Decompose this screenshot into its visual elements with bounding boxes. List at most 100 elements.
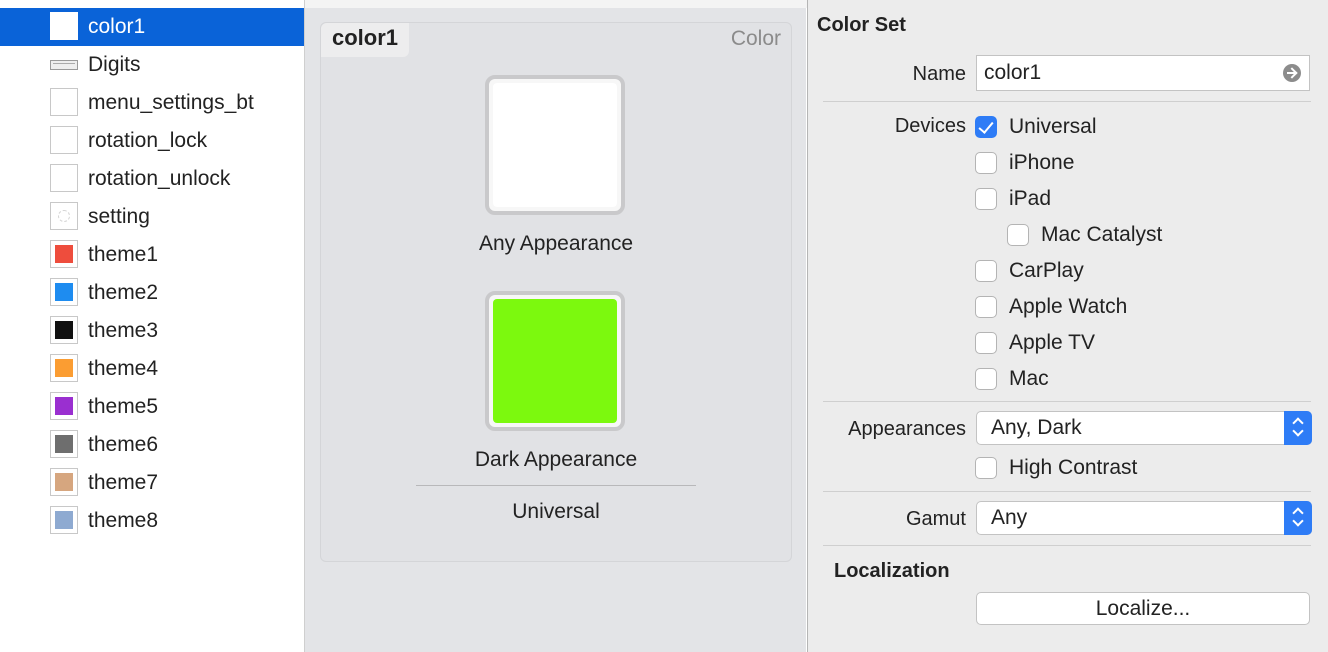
sidebar-item-theme2[interactable]: theme2 [0, 274, 304, 312]
gamut-popup[interactable]: Any [976, 501, 1312, 535]
sidebar-item-digits[interactable]: Digits [0, 46, 304, 84]
swatch-fill [55, 245, 73, 263]
color-swatch-icon [50, 88, 78, 116]
sidebar-item-menu-settings-bt[interactable]: menu_settings_bt [0, 84, 304, 122]
device-label: Apple TV [1009, 331, 1095, 354]
checkbox-icon [975, 188, 997, 210]
appearances-label: Appearances [848, 418, 966, 440]
asset-name-label: color1 [321, 23, 410, 57]
device-label: Universal [1009, 115, 1097, 138]
checkbox-icon [975, 332, 997, 354]
swatch-fill [55, 397, 73, 415]
asset-editor: color1 Color Any Appearance Dark Appeara… [305, 8, 806, 652]
swatch-fill [58, 210, 70, 222]
localize-button[interactable]: Localize... [976, 592, 1310, 625]
sidebar-item-label: theme6 [88, 433, 159, 456]
device-label: CarPlay [1009, 259, 1084, 282]
high-contrast-checkbox[interactable]: High Contrast [975, 456, 1275, 482]
swatch-fill [55, 511, 73, 529]
appearances-value: Any, Dark [991, 416, 1082, 439]
sidebar-item-label: theme1 [88, 243, 159, 266]
sidebar-item-label: theme2 [88, 281, 159, 304]
device-checkbox-mac-catalyst[interactable]: Mac Catalyst [1007, 223, 1307, 249]
sidebar-item-theme3[interactable]: theme3 [0, 312, 304, 350]
dark-appearance-color-well[interactable] [485, 291, 625, 431]
any-appearance-color-well[interactable] [485, 75, 625, 215]
sidebar-item-label: rotation_unlock [88, 167, 231, 190]
swatch-fill [55, 283, 73, 301]
appearances-popup[interactable]: Any, Dark [976, 411, 1312, 445]
asset-list-sidebar: color1 Digits menu_settings_bt rotation_loc… [0, 0, 305, 652]
dark-appearance-label: Dark Appearance [474, 448, 638, 471]
swatch-fill [55, 359, 73, 377]
swatch-fill [53, 63, 75, 67]
sidebar-item-setting[interactable]: setting [0, 198, 304, 236]
separator [823, 401, 1311, 402]
color-swatch-icon [50, 164, 78, 192]
color-swatch-icon [50, 392, 78, 420]
sidebar-item-label: theme8 [88, 509, 159, 532]
device-checkbox-apple-tv[interactable]: Apple TV [975, 331, 1275, 357]
sidebar-item-theme1[interactable]: theme1 [0, 236, 304, 274]
device-label: iPhone [1009, 151, 1075, 174]
sidebar-item-label: theme4 [88, 357, 159, 380]
device-checkbox-iphone[interactable]: iPhone [975, 151, 1275, 177]
swatch-fill [55, 435, 73, 453]
attributes-inspector: Color Set Name color1 Devices Appearance… [807, 0, 1328, 652]
name-field[interactable]: color1 [976, 55, 1310, 91]
dark-appearance-swatch [493, 299, 617, 423]
device-checkbox-apple-watch[interactable]: Apple Watch [975, 295, 1275, 321]
color-swatch-icon [50, 506, 78, 534]
sidebar-item-theme7[interactable]: theme7 [0, 464, 304, 502]
gamut-value: Any [991, 506, 1028, 529]
swatch-fill [55, 93, 73, 111]
swatch-fill [55, 131, 73, 149]
popup-arrows-icon [1284, 411, 1312, 445]
sidebar-item-color1[interactable]: color1 [0, 8, 304, 46]
device-label: Mac Catalyst [1041, 223, 1163, 246]
arrow-right-circle-icon[interactable] [1283, 64, 1301, 82]
localization-title: Localization [834, 560, 950, 582]
sidebar-item-label: theme5 [88, 395, 159, 418]
device-checkbox-ipad[interactable]: iPad [975, 187, 1275, 213]
color-swatch-icon [50, 278, 78, 306]
popup-arrows-icon [1284, 501, 1312, 535]
color-swatch-icon [50, 354, 78, 382]
color-swatch-icon [50, 240, 78, 268]
color-swatch-icon [50, 468, 78, 496]
device-label: Apple Watch [1009, 295, 1128, 318]
sidebar-item-label: color1 [88, 15, 146, 38]
checkbox-icon [975, 457, 997, 479]
swatch-fill [55, 321, 73, 339]
sidebar-item-theme5[interactable]: theme5 [0, 388, 304, 426]
color-swatch-icon [50, 316, 78, 344]
inspector-title: Color Set [817, 14, 906, 36]
separator [823, 545, 1311, 546]
sidebar-item-theme6[interactable]: theme6 [0, 426, 304, 464]
device-checkbox-mac[interactable]: Mac [975, 367, 1275, 393]
setting-icon [50, 202, 78, 230]
checkbox-icon [975, 368, 997, 390]
device-checkbox-carplay[interactable]: CarPlay [975, 259, 1275, 285]
checkmark-icon [975, 116, 997, 138]
sidebar-item-label: rotation_lock [88, 129, 208, 152]
devices-label: Devices [894, 115, 966, 137]
high-contrast-label: High Contrast [1009, 456, 1138, 479]
sidebar-item-label: setting [88, 205, 150, 228]
name-field-value: color1 [984, 61, 1042, 84]
sidebar-item-theme4[interactable]: theme4 [0, 350, 304, 388]
sidebar-item-theme8[interactable]: theme8 [0, 502, 304, 540]
checkbox-icon [975, 260, 997, 282]
checkbox-icon [975, 152, 997, 174]
separator [823, 101, 1311, 102]
swatch-fill [55, 169, 73, 187]
sidebar-item-rotation-unlock[interactable]: rotation_unlock [0, 160, 304, 198]
device-label: iPad [1009, 187, 1052, 210]
sidebar-item-label: theme3 [88, 319, 159, 342]
checkbox-icon [975, 296, 997, 318]
device-label: Mac [1009, 367, 1049, 390]
sidebar-item-rotation-lock[interactable]: rotation_lock [0, 122, 304, 160]
device-checkbox-universal[interactable]: Universal [975, 115, 1275, 141]
gamut-label: Gamut [905, 508, 966, 530]
sidebar-item-label: theme7 [88, 471, 159, 494]
